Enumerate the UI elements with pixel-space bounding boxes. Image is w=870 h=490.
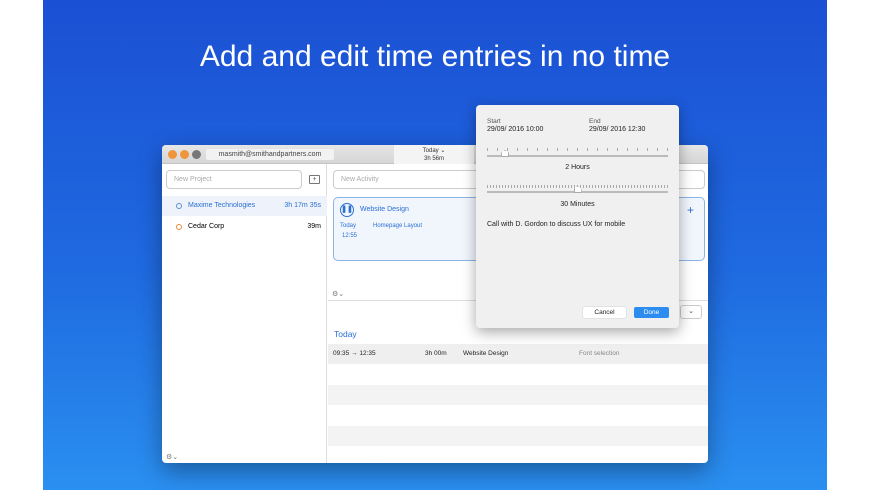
activity-day: Today (340, 223, 357, 229)
hours-label: 2 Hours (565, 164, 590, 171)
table-row-empty (328, 385, 708, 405)
minutes-label: 30 Minutes (560, 201, 595, 208)
activity-title: Website Design (360, 206, 409, 213)
pause-icon[interactable]: ❚❚ (340, 203, 354, 217)
account-field[interactable]: masmith@smithandpartners.com (206, 149, 334, 160)
today-label: Today ⌄ (422, 148, 446, 154)
project-item[interactable]: Maxime Technologies 3h 17m 35s (162, 196, 327, 216)
entry-project: Website Design (463, 350, 509, 357)
end-value[interactable]: 29/09/ 2016 12:30 (589, 126, 645, 133)
activity-task: Homepage Layout (373, 223, 423, 229)
project-status-icon (176, 224, 182, 230)
chevron-down-icon[interactable]: ⌄ (680, 305, 702, 319)
project-name: Maxime Technologies (188, 202, 256, 209)
start-value[interactable]: 29/09/ 2016 10:00 (487, 126, 543, 133)
note-field[interactable]: Call with D. Gordon to discuss UX for mo… (487, 221, 625, 228)
end-label: End (589, 118, 601, 125)
today-selector[interactable]: Today ⌄ 3h 56m (394, 145, 474, 164)
start-label: Start (487, 118, 501, 125)
hours-slider-thumb[interactable] (501, 150, 510, 157)
table-row-empty (328, 426, 708, 446)
today-total: 3h 56m (423, 156, 444, 162)
hours-ticks (487, 148, 668, 151)
activity-time: 12:55 (342, 233, 358, 239)
sidebar-settings-icon[interactable]: ⚙⌄ (166, 453, 178, 461)
close-button[interactable] (168, 150, 177, 159)
project-time: 39m (307, 223, 321, 230)
hours-slider[interactable] (487, 155, 668, 157)
settings-icon[interactable]: ⚙⌄ (332, 290, 344, 298)
new-project-input[interactable]: New Project (166, 170, 302, 189)
project-name: Cedar Corp (188, 223, 225, 230)
project-status-icon (176, 203, 182, 209)
project-item[interactable]: Cedar Corp 39m (162, 217, 327, 237)
entry-note: Font selection (579, 350, 620, 357)
edit-entry-popover: Start 29/09/ 2016 10:00 End 29/09/ 2016 … (476, 105, 679, 328)
entry-duration: 3h 00m (425, 350, 447, 357)
minimize-button[interactable] (180, 150, 189, 159)
table-row[interactable]: 09:35 → 12:35 3h 00m Website Design Font… (328, 344, 708, 364)
done-button[interactable]: Done (634, 307, 669, 318)
sidebar: New Project + Maxime Technologies 3h 17m… (162, 164, 327, 463)
add-icon[interactable]: + (687, 203, 694, 217)
entry-range: 09:35 → 12:35 (333, 350, 376, 357)
zoom-button[interactable] (192, 150, 201, 159)
add-folder-icon[interactable]: + (309, 175, 320, 184)
project-time: 3h 17m 35s (284, 202, 321, 209)
section-title: Today (334, 329, 357, 339)
headline: Add and edit time entries in no time (199, 40, 671, 73)
cancel-button[interactable]: Cancel (583, 307, 626, 318)
